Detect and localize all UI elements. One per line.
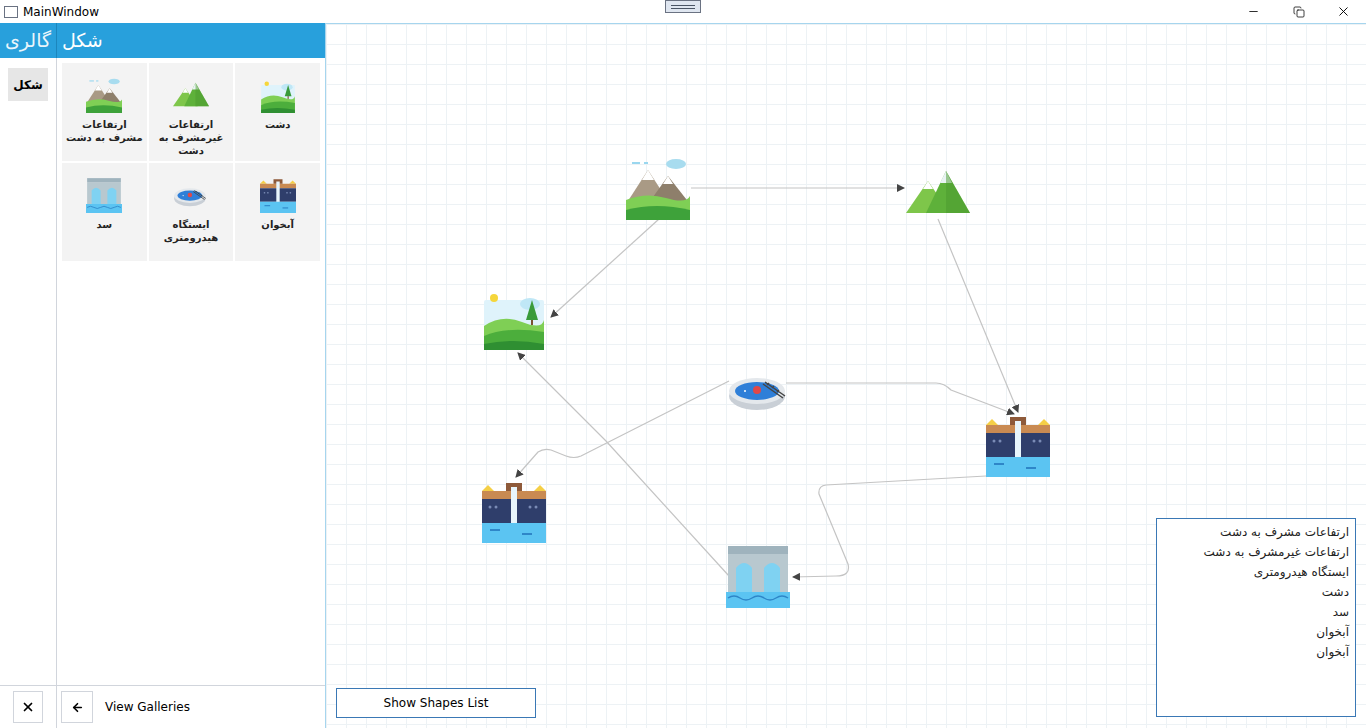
plain-icon [482,286,546,350]
minimize-button[interactable] [1231,0,1276,23]
shapes-list: ارتفاعات مشرف به دشتارتفاعات غیرمشرف به … [1156,518,1356,717]
restore-button[interactable] [1276,0,1321,23]
gallery-item[interactable]: ایستگاه هیدرومتری [149,163,234,261]
gallery-item-label: ایستگاه هیدرومتری [153,218,230,244]
shapes-list-item[interactable]: سد [1163,602,1349,622]
gallery-item[interactable]: دشت [235,63,320,161]
gallery-item[interactable]: ارتفاعات مشرف به دشت [62,63,147,161]
panel-header: گالریشکل [0,23,325,58]
diagram-node[interactable] [726,544,790,608]
view-galleries-label[interactable]: View Galleries [105,698,190,716]
mountain-icon [173,77,209,113]
gallery-item[interactable]: ارتفاعات غیرمشرف به دشت [149,63,234,161]
gallery-grid: دشت ارتفاعات غیرمشرف به دشت ارتفاعات مشرف … [57,58,325,685]
gallery-item-label: آبخوان [261,218,294,231]
mountain-icon [906,161,970,225]
back-button[interactable] [61,691,93,723]
close-panel-button[interactable] [13,691,43,723]
mountain-cloud-icon [626,156,690,220]
panel-footer: View Galleries [0,685,325,728]
diagram-node[interactable] [986,413,1050,477]
aquifer-icon [986,413,1050,477]
edge-connector[interactable] [551,219,659,317]
close-icon [21,700,35,714]
close-icon [1336,4,1351,19]
side-tab[interactable]: شکل [8,68,48,101]
dam-icon [726,544,790,608]
shapes-list-item[interactable]: آبخوان [1163,642,1349,662]
shapes-list-item[interactable]: ارتفاعات مشرف به دشت [1163,522,1349,542]
edge-connector[interactable] [786,383,1014,414]
edge-connector[interactable] [516,381,729,477]
mountain-cloud-icon [86,77,122,113]
edge-connector[interactable] [793,476,986,577]
header-divider [56,23,57,58]
header-tab[interactable]: شکل [57,23,108,58]
diagram-node[interactable] [626,156,690,220]
aquifer-icon [260,177,296,213]
arrow-left-icon [71,701,84,714]
side-tabs: شکل [0,58,57,685]
diagram-node[interactable] [727,358,791,422]
restore-icon [1293,6,1305,18]
gallery-item-label: ارتفاعات مشرف به دشت [66,118,143,144]
hydrometric-station-icon [727,358,791,422]
show-shapes-list-button[interactable]: Show Shapes List [336,688,536,718]
edge-connector[interactable] [938,219,1018,412]
close-button[interactable] [1321,0,1366,23]
hydrometric-station-icon [173,177,209,213]
shapes-list-item[interactable]: ایستگاه هیدرومتری [1163,562,1349,582]
edge-connector[interactable] [518,353,729,576]
app-window: MainWindowگالریشکلشکلدشتارتفاعات غیرمشرف… [0,0,1366,728]
gallery-item-label: دشت [265,118,291,131]
dam-icon [86,177,122,213]
diagram-node[interactable] [482,286,546,350]
app-icon [4,6,18,18]
shapes-list-item[interactable]: آبخوان [1163,622,1349,642]
header-tab[interactable]: گالری [0,23,56,58]
title-bar: MainWindow [0,0,1366,23]
diagram-node[interactable] [906,161,970,225]
shapes-list-item[interactable]: ارتفاعات غیرمشرف به دشت [1163,542,1349,562]
diagram-canvas[interactable]: Show Shapes List ارتفاعات مشرف به دشتارتف… [325,23,1366,728]
gallery-item-label: سد [97,218,113,231]
gallery-item-label: ارتفاعات غیرمشرف به دشت [153,118,230,157]
edge-connector[interactable] [691,187,904,188]
drag-handle-icon[interactable] [665,0,701,13]
shapes-list-item[interactable]: دشت [1163,582,1349,602]
plain-icon [260,77,296,113]
diagram-node[interactable] [482,479,546,543]
window-title: MainWindow [23,3,99,21]
gallery-item[interactable]: سد [62,163,147,261]
gallery-item[interactable]: آبخوان [235,163,320,261]
left-panel: گالریشکلشکلدشتارتفاعات غیرمشرف به دشتارت… [0,23,325,728]
aquifer-icon [482,479,546,543]
minimize-icon [1247,5,1260,18]
